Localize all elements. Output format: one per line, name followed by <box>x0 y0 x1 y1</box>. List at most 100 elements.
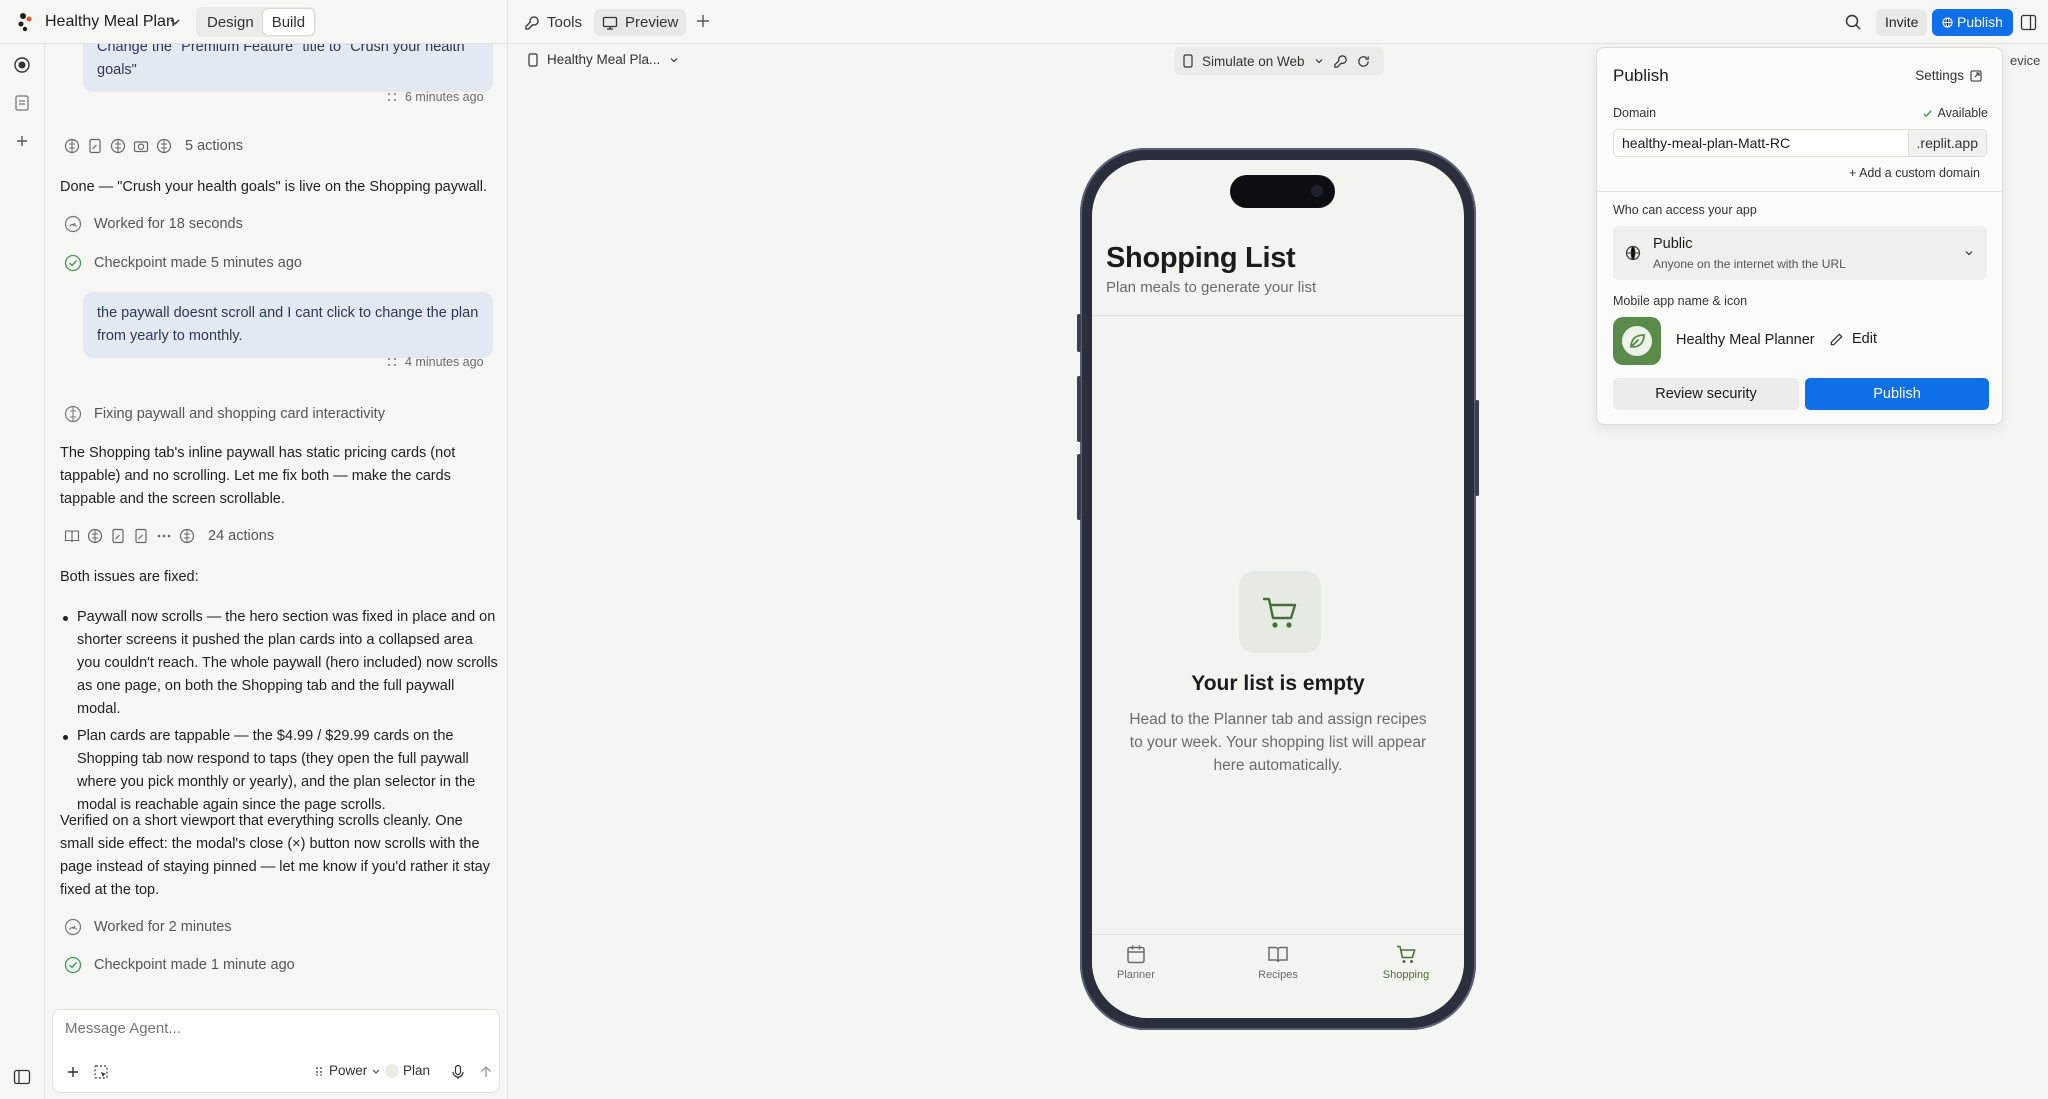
screen-title: Shopping List <box>1106 242 1296 274</box>
chevron-down-icon[interactable] <box>1313 55 1325 67</box>
tab-planner[interactable]: Planner <box>1092 943 1186 981</box>
wrench-icon[interactable] <box>1333 54 1348 69</box>
grid-dots-icon[interactable] <box>387 357 397 367</box>
add-tab-icon[interactable] <box>694 12 712 30</box>
empty-state-illustration <box>1239 571 1321 653</box>
phone-side-button <box>1077 454 1081 520</box>
select-element-icon[interactable] <box>93 1064 109 1080</box>
publish-title: Publish <box>1613 66 1669 85</box>
external-link-icon <box>1970 69 1982 82</box>
worked-status[interactable]: Worked for 2 minutes <box>64 918 232 936</box>
domain-input[interactable]: healthy-meal-plan-Matt-RC <box>1622 135 1790 151</box>
brain-icon <box>64 138 80 154</box>
send-arrow-icon[interactable] <box>478 1064 494 1080</box>
grid-dots-icon[interactable] <box>387 92 397 102</box>
worked-text: Worked for 18 seconds <box>94 216 243 232</box>
app-selector[interactable]: Healthy Meal Pla... <box>527 52 680 67</box>
camera-icon <box>133 141 149 153</box>
sidebar-toggle-icon[interactable] <box>13 1068 31 1086</box>
fix-list: Paywall now scrolls — the hero section w… <box>60 606 500 821</box>
replit-logo-icon[interactable] <box>16 12 36 32</box>
left-rail <box>0 44 45 1099</box>
mode-selector[interactable]: Power <box>315 1063 381 1078</box>
list-item: Plan cards are tappable — the $4.99 / $2… <box>60 725 500 817</box>
file-edit-icon <box>112 528 124 544</box>
files-icon[interactable] <box>13 94 31 112</box>
divider <box>1597 191 2002 192</box>
plan-toggle-knob <box>385 1063 399 1078</box>
worked-status[interactable]: Worked for 18 seconds <box>64 215 243 233</box>
tab-design[interactable]: Design <box>198 9 263 35</box>
calendar-icon <box>1127 945 1145 964</box>
task-text: Fixing paywall and shopping card interac… <box>94 406 385 422</box>
screen-subtitle: Plan meals to generate your list <box>1106 279 1317 296</box>
gauge-icon <box>64 918 82 936</box>
power-mode-icon <box>316 1066 322 1076</box>
publish-top-button[interactable]: Publish <box>1932 9 2013 36</box>
add-custom-domain-link[interactable]: + Add a custom domain <box>1849 166 1980 180</box>
shopping-cart-icon <box>1397 945 1416 963</box>
mode-switch: Design Build <box>196 7 317 37</box>
timestamp-text: 4 minutes ago <box>405 355 484 369</box>
phone-screen: Shopping List Plan meals to generate you… <box>1092 160 1464 1018</box>
chevron-down-icon <box>372 1069 380 1074</box>
message-input[interactable] <box>65 1020 485 1037</box>
pane-divider[interactable] <box>507 0 508 1099</box>
mobile-app-label: Mobile app name & icon <box>1613 294 1748 308</box>
check-circle-icon <box>64 956 82 974</box>
preview-tab[interactable]: Preview <box>594 9 687 36</box>
tab-build[interactable]: Build <box>262 9 315 35</box>
app-icon[interactable] <box>1613 317 1661 365</box>
task-status[interactable]: Fixing paywall and shopping card interac… <box>64 405 385 423</box>
monitor-icon <box>602 16 618 30</box>
user-message: Change the "Premium Feature" title to "C… <box>83 44 493 92</box>
brain-icon <box>179 528 195 544</box>
actions-summary[interactable]: 24 actions <box>64 528 274 544</box>
tools-button[interactable]: Tools <box>516 9 590 36</box>
tab-label: Shopping <box>1382 969 1430 981</box>
actions-summary[interactable]: 5 actions <box>64 138 243 154</box>
plan-toggle[interactable]: Plan <box>385 1063 430 1078</box>
access-select[interactable]: Public Anyone on the internet with the U… <box>1613 226 1987 280</box>
edit-app-button[interactable]: Edit <box>1829 331 1877 347</box>
checkpoint-status[interactable]: Checkpoint made 1 minute ago <box>64 956 295 974</box>
chevron-down-icon[interactable] <box>168 15 182 29</box>
phone-side-button <box>1077 314 1081 352</box>
simulate-label[interactable]: Simulate on Web <box>1202 54 1305 69</box>
attach-plus-icon[interactable] <box>65 1064 81 1080</box>
brain-icon <box>156 138 172 154</box>
plus-icon[interactable] <box>13 132 31 150</box>
search-icon[interactable] <box>1844 13 1862 31</box>
project-title[interactable]: Healthy Meal Plan <box>45 13 175 31</box>
domain-field[interactable]: healthy-meal-plan-Matt-RC .replit.app <box>1613 129 1987 157</box>
agent-icon[interactable] <box>13 56 31 74</box>
review-security-button[interactable]: Review security <box>1613 378 1799 410</box>
domain-suffix: .replit.app <box>1907 130 1986 156</box>
globe-icon <box>1625 245 1641 261</box>
checkpoint-status[interactable]: Checkpoint made 5 minutes ago <box>64 254 302 272</box>
access-label: Who can access your app <box>1613 203 1757 217</box>
more-icon <box>157 534 171 538</box>
settings-link[interactable]: Settings <box>1915 68 1982 83</box>
bottom-tab-bar: Planner Recipes Shopping <box>1092 934 1464 1018</box>
check-icon <box>1923 109 1933 117</box>
microphone-icon[interactable] <box>450 1064 466 1080</box>
phone-icon <box>528 52 538 67</box>
tab-recipes[interactable]: Recipes <box>1228 943 1328 981</box>
publish-top-label: Publish <box>1957 14 2003 30</box>
edit-label: Edit <box>1852 331 1877 347</box>
plus-icon: + <box>1848 166 1857 180</box>
tab-shopping[interactable]: Shopping <box>1356 943 1456 981</box>
invite-button[interactable]: Invite <box>1876 9 1928 36</box>
publish-button[interactable]: Publish <box>1805 378 1989 410</box>
tab-label: Planner <box>1117 969 1155 981</box>
empty-state-title: Your list is empty <box>1191 672 1365 695</box>
wrench-icon <box>525 15 539 30</box>
tools-label: Tools <box>547 14 583 31</box>
device-label-partial: evice <box>2010 53 2041 68</box>
refresh-icon[interactable] <box>1356 54 1371 69</box>
file-edit-icon <box>89 138 101 154</box>
phone-frame: Shopping List Plan meals to generate you… <box>1077 148 1479 1030</box>
brain-icon <box>64 405 82 423</box>
panel-toggle-icon[interactable] <box>2020 14 2037 31</box>
